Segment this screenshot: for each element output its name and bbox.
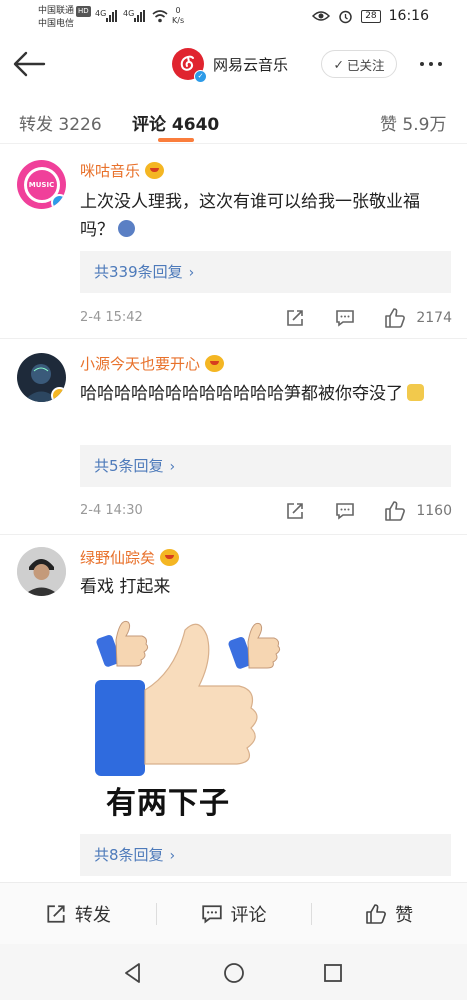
system-navigation-bar <box>0 944 467 1000</box>
like-count: 2174 <box>416 310 452 326</box>
comment-date: 2-4 15:42 <box>80 310 143 325</box>
battery-icon: 28 <box>361 9 381 23</box>
eye-icon <box>312 11 331 21</box>
tab-reposts[interactable]: 转发 3226 <box>19 110 102 135</box>
vip-badge-icon <box>145 162 165 179</box>
verified-badge-icon <box>51 194 66 209</box>
clock: 16:16 <box>388 8 429 24</box>
comment-text: 上次没人理我，这次有谁可以给我一张敬业福吗？ <box>80 192 420 240</box>
comment-username[interactable]: 小源今天也要开心 <box>80 353 225 374</box>
network-speed: 0 K/s <box>172 6 185 25</box>
nav-home-icon[interactable] <box>223 962 245 984</box>
carrier-primary: 中国联通 HD <box>38 6 91 17</box>
doge-emoji-icon <box>407 384 424 401</box>
bottom-action-bar: 转发 评论 赞 <box>0 882 467 944</box>
alarm-icon <box>339 10 352 23</box>
emoji-icon <box>118 220 135 237</box>
check-icon: ✓ <box>333 56 344 72</box>
active-tab-indicator <box>158 138 194 142</box>
signal-icon <box>106 10 117 22</box>
view-replies-button[interactable]: 共5条回复 › <box>80 445 451 487</box>
carrier-secondary: 中国电信 <box>38 19 75 29</box>
like-icon <box>366 903 387 924</box>
following-button[interactable]: ✓ 已关注 <box>321 50 397 78</box>
comment-item: 小源今天也要开心 哈哈哈哈哈哈哈哈哈哈哈哈笋都被你夺没了 共5条回复 › 2-4 … <box>0 339 467 534</box>
tab-likes[interactable]: 赞 5.9万 <box>380 110 446 135</box>
tab-bar: 转发 3226 评论 4640 赞 5.9万 <box>0 94 467 144</box>
comment-icon[interactable] <box>330 306 360 330</box>
account-brand[interactable]: ✓ 网易云音乐 <box>172 48 289 83</box>
comment-icon[interactable] <box>330 499 360 523</box>
signal-icon-2 <box>134 10 145 22</box>
share-icon[interactable] <box>280 306 310 330</box>
like-count: 1160 <box>416 503 452 519</box>
more-options-icon[interactable] <box>420 62 442 66</box>
sticker-caption: 有两下子 <box>106 786 230 821</box>
comment-text: 哈哈哈哈哈哈哈哈哈哈哈哈笋都被你夺没了 <box>80 380 450 408</box>
share-icon <box>47 904 65 923</box>
comment-username[interactable]: 咪咕音乐 <box>80 160 165 181</box>
back-arrow-icon[interactable] <box>10 49 48 79</box>
netease-music-logo: ✓ <box>172 48 207 83</box>
top-header: ✓ 网易云音乐 ✓ 已关注 <box>0 36 467 94</box>
nav-recents-icon[interactable] <box>322 962 344 984</box>
avatar[interactable] <box>17 353 66 402</box>
share-icon[interactable] <box>280 499 310 523</box>
avatar[interactable] <box>17 547 66 596</box>
comment-text: 看戏 打起来 <box>80 577 171 597</box>
verified-badge-icon: ✓ <box>194 70 207 83</box>
comment-username[interactable]: 绿野仙踪矣 <box>80 547 180 568</box>
comment-icon <box>201 904 222 923</box>
vip-badge-icon <box>205 355 225 372</box>
verified-badge-icon <box>51 387 66 402</box>
like-icon[interactable] <box>380 499 410 523</box>
account-name: 网易云音乐 <box>213 55 289 74</box>
view-replies-button[interactable]: 共8条回复 › <box>80 834 451 876</box>
avatar[interactable]: MUSIC <box>17 160 66 209</box>
view-replies-button[interactable]: 共339条回复 › <box>80 251 451 293</box>
tab-comments[interactable]: 评论 4640 <box>132 110 219 135</box>
network-type-1: 4G <box>95 9 107 18</box>
repost-button[interactable]: 转发 <box>0 883 156 944</box>
nav-back-icon[interactable] <box>122 962 144 984</box>
wifi-icon <box>152 10 168 23</box>
comment-item: MUSIC 咪咕音乐 上次没人理我，这次有谁可以给我一张敬业福吗？ 共339条回… <box>0 144 467 338</box>
like-button[interactable]: 赞 <box>311 883 467 944</box>
comment-button[interactable]: 评论 <box>155 883 312 944</box>
status-bar: 中国联通 HD 中国电信 4G 4G 0 K/s 28 16:16 <box>0 0 467 36</box>
comment-date: 2-4 14:30 <box>80 503 143 518</box>
vip-badge-icon <box>160 549 180 566</box>
network-type-2: 4G <box>123 9 135 18</box>
thumbs-up-sticker[interactable]: 有两下子 <box>92 610 292 821</box>
like-icon[interactable] <box>380 306 410 330</box>
